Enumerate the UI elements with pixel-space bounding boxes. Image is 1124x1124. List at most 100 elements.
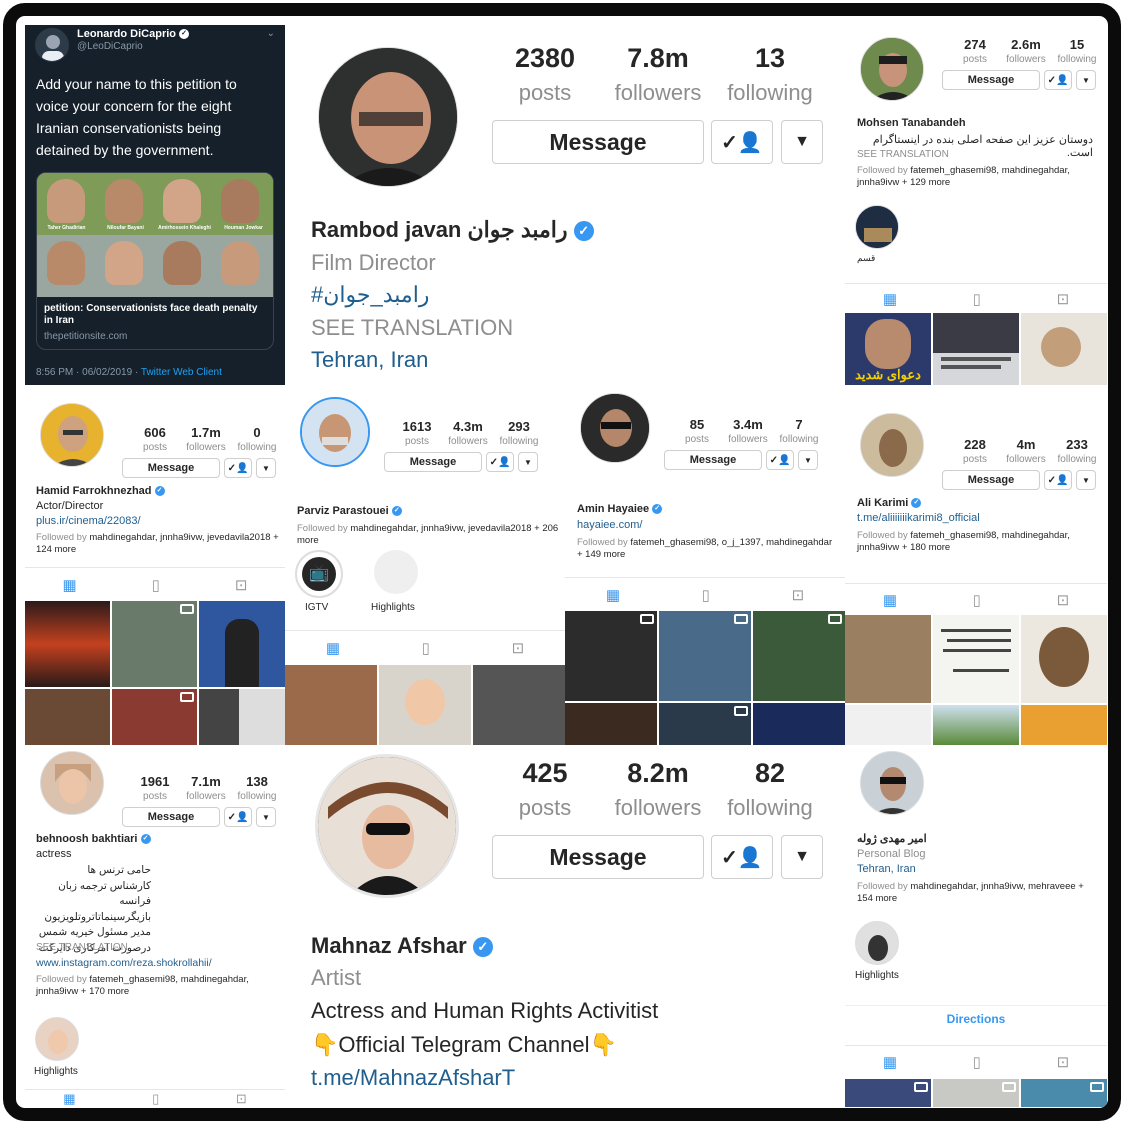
profile-avatar[interactable] <box>318 47 458 187</box>
post-thumbnail[interactable] <box>25 689 110 745</box>
tagged-icon[interactable]: ⊡ <box>1057 591 1070 609</box>
dropdown-button[interactable]: ▼ <box>256 458 276 478</box>
dropdown-button[interactable]: ▼ <box>781 120 823 164</box>
post-thumbnail[interactable] <box>659 611 751 701</box>
post-thumbnail[interactable] <box>753 611 845 701</box>
grid-icon[interactable]: ▦ <box>883 290 897 308</box>
grid-icon[interactable]: ▦ <box>883 1053 897 1071</box>
post-thumbnail[interactable] <box>379 665 471 745</box>
tv-icon[interactable]: ▯ <box>702 586 710 604</box>
following-button[interactable]: ✓👤 <box>1044 470 1072 490</box>
tv-icon[interactable]: ▯ <box>152 576 160 594</box>
profile-link[interactable]: www.instagram.com/reza.shokrollahii/ <box>36 957 212 969</box>
post-thumbnail[interactable] <box>845 615 931 703</box>
post-thumbnail[interactable] <box>565 611 657 701</box>
highlight-circle[interactable] <box>855 921 899 965</box>
post-thumbnail[interactable] <box>933 313 1019 385</box>
post-thumbnail[interactable] <box>1021 615 1107 703</box>
igtv-highlight[interactable]: 📺 <box>295 550 343 598</box>
tweet-avatar[interactable] <box>35 28 69 62</box>
tagged-icon[interactable]: ⊡ <box>235 576 248 594</box>
post-thumbnail[interactable] <box>285 665 377 745</box>
see-translation[interactable]: SEE TRANSLATION <box>311 315 513 341</box>
profile-avatar[interactable] <box>300 397 370 467</box>
grid-icon[interactable]: ▦ <box>62 576 76 594</box>
dropdown-button[interactable]: ▼ <box>781 835 823 879</box>
following-button[interactable]: ✓👤 <box>486 452 514 472</box>
profile-avatar[interactable] <box>40 751 104 815</box>
post-thumbnail[interactable] <box>199 601 285 687</box>
post-thumbnail[interactable] <box>845 705 931 745</box>
post-thumbnail[interactable] <box>565 703 657 745</box>
following-button[interactable]: ✓👤 <box>224 458 252 478</box>
highlight-circle[interactable] <box>35 1017 79 1061</box>
tv-icon[interactable]: ▯ <box>422 639 430 657</box>
message-button[interactable]: Message <box>492 120 704 164</box>
message-button[interactable]: Message <box>664 450 762 470</box>
post-thumbnail[interactable] <box>659 703 751 745</box>
profile-link[interactable]: plus.ir/cinema/22083/ <box>36 515 141 527</box>
profile-link[interactable]: t.me/MahnazAfsharT <box>311 1065 515 1091</box>
directions-button[interactable]: Directions <box>845 1005 1107 1026</box>
dropdown-button[interactable]: ▼ <box>256 807 276 827</box>
profile-avatar[interactable] <box>580 393 650 463</box>
twitter-client-link[interactable]: Twitter Web Client <box>141 367 222 378</box>
profile-avatar[interactable] <box>40 403 104 467</box>
profile-avatar[interactable] <box>315 754 459 898</box>
post-thumbnail[interactable] <box>112 601 197 687</box>
following-button[interactable]: ✓👤 <box>711 120 773 164</box>
profile-avatar[interactable] <box>860 37 924 101</box>
profile-avatar[interactable] <box>860 751 924 815</box>
tweet-author-name[interactable]: Leonardo DiCaprio ✓ <box>77 28 190 40</box>
profile-link[interactable]: t.me/aliiiiiiikarimi8_official <box>857 512 980 524</box>
grid-icon[interactable]: ▦ <box>883 591 897 609</box>
profile-hashtag[interactable]: #رامبد_جوان <box>311 282 429 308</box>
tv-icon[interactable]: ▯ <box>973 1053 981 1071</box>
message-button[interactable]: Message <box>122 807 220 827</box>
dropdown-button[interactable]: ▼ <box>1076 470 1096 490</box>
post-thumbnail[interactable]: دعوای شدید <box>845 313 931 385</box>
grid-icon[interactable]: ▦ <box>326 639 340 657</box>
tv-icon[interactable]: ▯ <box>973 591 981 609</box>
following-button[interactable]: ✓👤 <box>766 450 794 470</box>
following-button[interactable]: ✓👤 <box>1044 70 1072 90</box>
message-button[interactable]: Message <box>942 470 1040 490</box>
message-button[interactable]: Message <box>122 458 220 478</box>
message-button[interactable]: Message <box>942 70 1040 90</box>
profile-location[interactable]: Tehran, Iran <box>311 347 428 373</box>
tagged-icon[interactable]: ⊡ <box>792 586 805 604</box>
profile-link[interactable]: hayaiee.com/ <box>577 519 642 531</box>
message-button[interactable]: Message <box>384 452 482 472</box>
post-thumbnail[interactable] <box>933 705 1019 745</box>
post-thumbnail[interactable] <box>199 689 285 745</box>
dropdown-button[interactable]: ▼ <box>1076 70 1096 90</box>
post-thumbnail[interactable] <box>933 615 1019 703</box>
see-translation[interactable]: SEE TRANSLATION <box>36 942 128 953</box>
see-translation[interactable]: SEE TRANSLATION <box>857 149 949 160</box>
post-thumbnail[interactable] <box>845 1079 931 1107</box>
post-thumbnail[interactable] <box>25 601 110 687</box>
post-thumbnail[interactable] <box>1021 1079 1107 1107</box>
grid-icon[interactable]: ▦ <box>63 1091 75 1107</box>
tv-icon[interactable]: ▯ <box>152 1091 159 1107</box>
tweet-handle[interactable]: @LeoDiCaprio <box>77 41 143 52</box>
dropdown-button[interactable]: ▼ <box>798 450 818 470</box>
profile-avatar[interactable] <box>860 413 924 477</box>
highlight-circle[interactable] <box>855 205 899 249</box>
post-thumbnail[interactable] <box>753 703 845 745</box>
chevron-down-icon[interactable]: ⌄ <box>267 28 275 39</box>
grid-icon[interactable]: ▦ <box>606 586 620 604</box>
following-button[interactable]: ✓👤 <box>711 835 773 879</box>
post-thumbnail[interactable] <box>933 1079 1019 1107</box>
post-thumbnail[interactable] <box>1021 313 1107 385</box>
tagged-icon[interactable]: ⊡ <box>1057 1053 1070 1071</box>
tagged-icon[interactable]: ⊡ <box>1057 290 1070 308</box>
following-button[interactable]: ✓👤 <box>224 807 252 827</box>
tagged-icon[interactable]: ⊡ <box>236 1091 247 1107</box>
post-thumbnail[interactable] <box>1021 705 1107 745</box>
post-thumbnail[interactable] <box>473 665 565 745</box>
tagged-icon[interactable]: ⊡ <box>512 639 525 657</box>
dropdown-button[interactable]: ▼ <box>518 452 538 472</box>
tv-icon[interactable]: ▯ <box>973 290 981 308</box>
profile-location[interactable]: Tehran, Iran <box>857 863 916 875</box>
